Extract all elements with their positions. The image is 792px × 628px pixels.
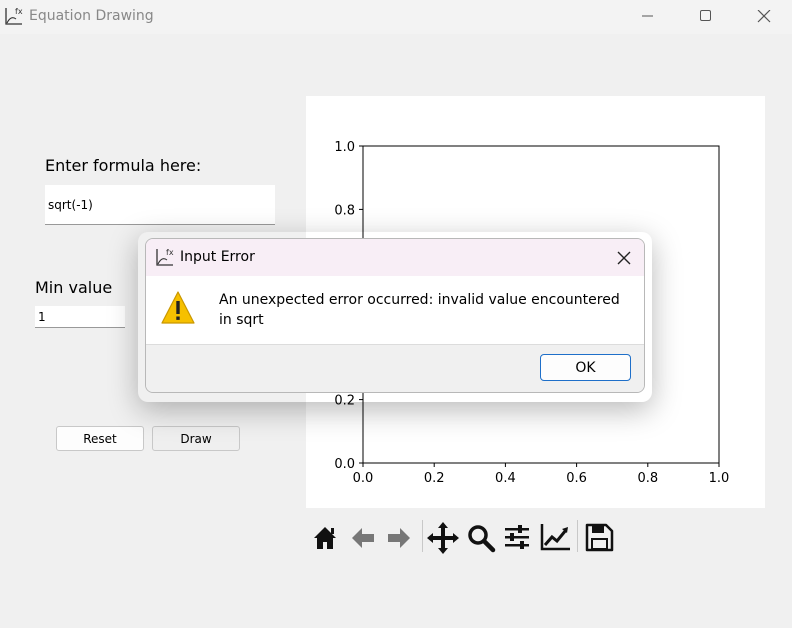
dialog-footer: OK — [146, 344, 644, 392]
formula-input[interactable] — [45, 185, 275, 225]
x-tick-label: 0.8 — [637, 471, 658, 486]
configure-subplots-button[interactable] — [500, 518, 534, 554]
graph-fx-icon: fx — [156, 248, 174, 266]
y-tick-label: 0.0 — [334, 457, 355, 472]
svg-text:fx: fx — [15, 7, 23, 16]
back-arrow-icon — [352, 528, 374, 548]
pan-button[interactable] — [426, 518, 460, 554]
maximize-button[interactable] — [677, 0, 735, 34]
back-button[interactable] — [346, 518, 380, 554]
dialog-title-bar: fx Input Error — [146, 239, 644, 276]
toolbar-separator — [577, 520, 578, 552]
dialog-message: An unexpected error occurred: invalid va… — [219, 292, 620, 328]
y-tick-label: 0.2 — [334, 394, 355, 409]
x-tick-label: 1.0 — [709, 471, 730, 486]
minimize-button[interactable] — [619, 0, 677, 34]
maximize-icon — [700, 10, 711, 21]
svg-text:fx: fx — [166, 248, 174, 257]
ok-button[interactable]: OK — [540, 354, 631, 381]
min-value-label: Min value — [35, 278, 113, 297]
formula-label: Enter formula here: — [45, 156, 202, 175]
y-tick-label: 0.8 — [334, 203, 355, 218]
pan-icon — [427, 522, 459, 554]
edit-axis-icon — [540, 524, 570, 551]
forward-button[interactable] — [382, 518, 416, 554]
x-tick-label: 0.0 — [353, 471, 374, 486]
home-icon — [314, 527, 336, 549]
dialog-close-button[interactable] — [608, 243, 638, 273]
minimize-icon — [642, 15, 653, 17]
forward-arrow-icon — [388, 528, 410, 548]
zoom-button[interactable] — [464, 518, 498, 554]
graph-fx-icon: fx — [5, 7, 23, 25]
draw-button[interactable]: Draw — [152, 426, 240, 451]
home-button[interactable] — [308, 518, 342, 554]
error-dialog: fx Input Error An unexpected error occur… — [145, 238, 645, 393]
close-icon — [757, 10, 771, 23]
edit-axis-button[interactable] — [538, 518, 572, 554]
dialog-body: An unexpected error occurred: invalid va… — [146, 276, 644, 344]
dialog-title: Input Error — [180, 249, 255, 265]
save-icon — [585, 523, 614, 552]
toolbar-separator — [422, 520, 423, 552]
x-tick-label: 0.6 — [566, 471, 587, 486]
title-bar: fx Equation Drawing — [0, 0, 792, 34]
close-icon — [617, 251, 631, 265]
zoom-icon — [468, 525, 496, 553]
y-tick-label: 1.0 — [334, 140, 355, 155]
window-title: Equation Drawing — [29, 8, 154, 24]
save-button[interactable] — [582, 518, 616, 554]
x-tick-label: 0.4 — [495, 471, 516, 486]
reset-button[interactable]: Reset — [56, 426, 144, 451]
navigation-toolbar — [306, 516, 626, 558]
configure-subplots-icon — [505, 525, 529, 549]
warning-icon — [161, 291, 195, 324]
x-tick-label: 0.2 — [424, 471, 445, 486]
close-window-button[interactable] — [735, 0, 792, 34]
min-value-input[interactable] — [35, 306, 125, 328]
